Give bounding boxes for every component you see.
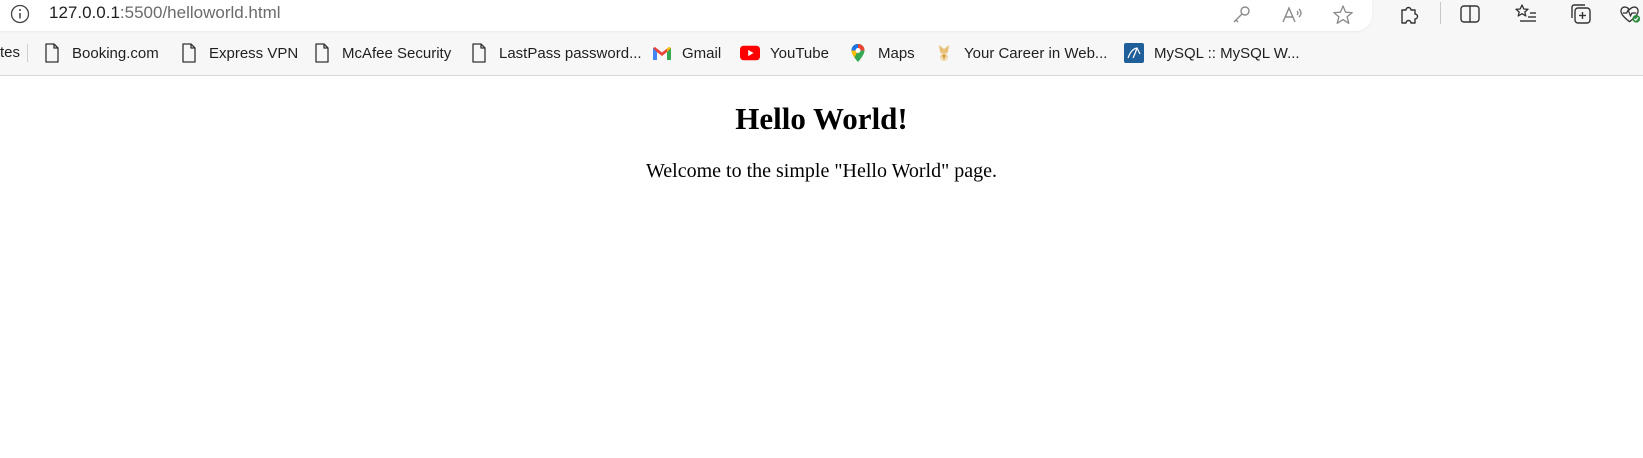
bookmark-label: Gmail: [682, 44, 722, 62]
gmail-icon: [652, 43, 672, 63]
bookmark-label: YouTube: [770, 44, 829, 62]
performance-heart-icon[interactable]: [1618, 0, 1643, 28]
extensions-icon[interactable]: [1394, 0, 1424, 28]
welcome-paragraph: Welcome to the simple "Hello World" page…: [646, 160, 997, 182]
bookmark-label: Booking.com: [72, 44, 159, 62]
bookmarks-bar: tes Booking.com Express VPN McAfee Secur…: [0, 38, 1643, 68]
collections-icon[interactable]: [1566, 0, 1596, 28]
bookmark-gmail[interactable]: Gmail: [652, 38, 721, 68]
page-icon: [469, 43, 489, 63]
url-host: 127.0.0.1: [49, 3, 120, 22]
mysql-icon: [1124, 43, 1144, 63]
page-content: Hello World! Welcome to the simple "Hell…: [0, 77, 1643, 458]
address-bar[interactable]: 127.0.0.1:5500/helloworld.html: [0, 0, 1372, 31]
browser-chrome: 127.0.0.1:5500/helloworld.html tes Booki…: [0, 0, 1643, 76]
bookmark-truncated-label[interactable]: tes: [0, 44, 20, 61]
bookmarks-divider: [27, 44, 28, 62]
bookmark-booking[interactable]: Booking.com: [42, 38, 159, 68]
bookmark-label: Maps: [878, 44, 915, 62]
url-text[interactable]: 127.0.0.1:5500/helloworld.html: [49, 2, 281, 24]
bookmark-mcafee[interactable]: McAfee Security: [312, 38, 451, 68]
favorite-star-icon[interactable]: [1330, 2, 1356, 28]
maps-pin-icon: [848, 43, 868, 63]
page-icon: [42, 43, 62, 63]
split-screen-icon[interactable]: [1455, 0, 1485, 28]
youtube-icon: [740, 43, 760, 63]
key-icon[interactable]: [1228, 2, 1254, 28]
page-icon: [179, 43, 199, 63]
toolbar-divider: [1440, 2, 1441, 24]
bookmark-label: LastPass password...: [499, 44, 642, 62]
bookmark-label: McAfee Security: [342, 44, 452, 62]
bookmark-express-vpn[interactable]: Express VPN: [179, 38, 298, 68]
bookmark-youtube[interactable]: YouTube: [740, 38, 829, 68]
bookmark-label: MySQL :: MySQL W...: [1154, 44, 1300, 62]
url-path: :5500/helloworld.html: [119, 3, 281, 22]
bookmark-mysql[interactable]: MySQL :: MySQL W...: [1124, 38, 1300, 68]
page-icon: [312, 43, 332, 63]
career-icon: [934, 43, 954, 63]
favorites-list-icon[interactable]: [1511, 0, 1541, 28]
address-row: 127.0.0.1:5500/helloworld.html: [0, 0, 1643, 32]
site-info-icon[interactable]: [9, 3, 31, 25]
bookmark-label: Express VPN: [209, 44, 299, 62]
bookmark-lastpass[interactable]: LastPass password...: [469, 38, 642, 68]
bookmark-label: Your Career in Web...: [964, 44, 1108, 62]
bookmark-maps[interactable]: Maps: [848, 38, 915, 68]
bookmark-career-web[interactable]: Your Career in Web...: [934, 38, 1107, 68]
read-aloud-icon[interactable]: [1279, 2, 1305, 28]
page-heading: Hello World!: [735, 101, 908, 136]
